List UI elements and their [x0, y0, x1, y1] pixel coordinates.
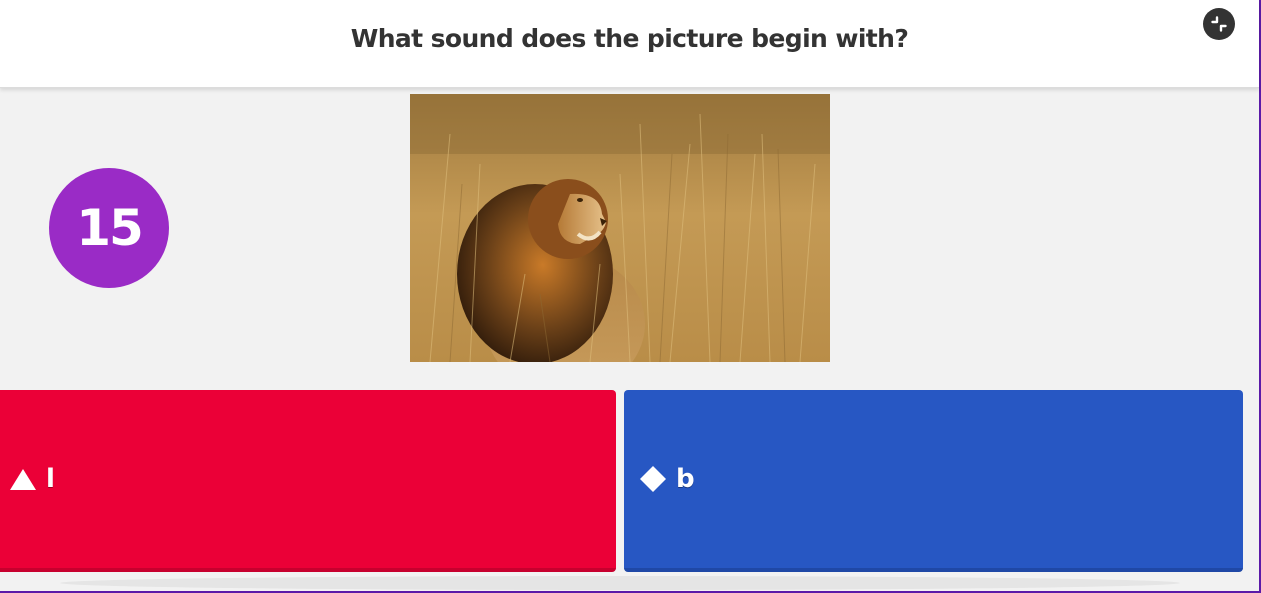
lion-in-grass-photo: [410, 94, 830, 362]
question-header: What sound does the picture begin with?: [0, 0, 1259, 88]
question-image: [410, 94, 830, 362]
exit-fullscreen-icon: [1211, 16, 1227, 32]
countdown-timer: 15: [49, 168, 169, 288]
footer-shadow: [60, 576, 1180, 590]
exit-fullscreen-button[interactable]: [1203, 8, 1235, 40]
answer-option-triangle[interactable]: l: [0, 390, 616, 572]
triangle-icon: [8, 464, 38, 494]
answer-label: b: [676, 464, 695, 494]
answer-label: l: [46, 464, 55, 494]
diamond-icon: [638, 464, 668, 494]
answer-option-diamond[interactable]: b: [624, 390, 1243, 572]
question-text: What sound does the picture begin with?: [350, 24, 909, 53]
